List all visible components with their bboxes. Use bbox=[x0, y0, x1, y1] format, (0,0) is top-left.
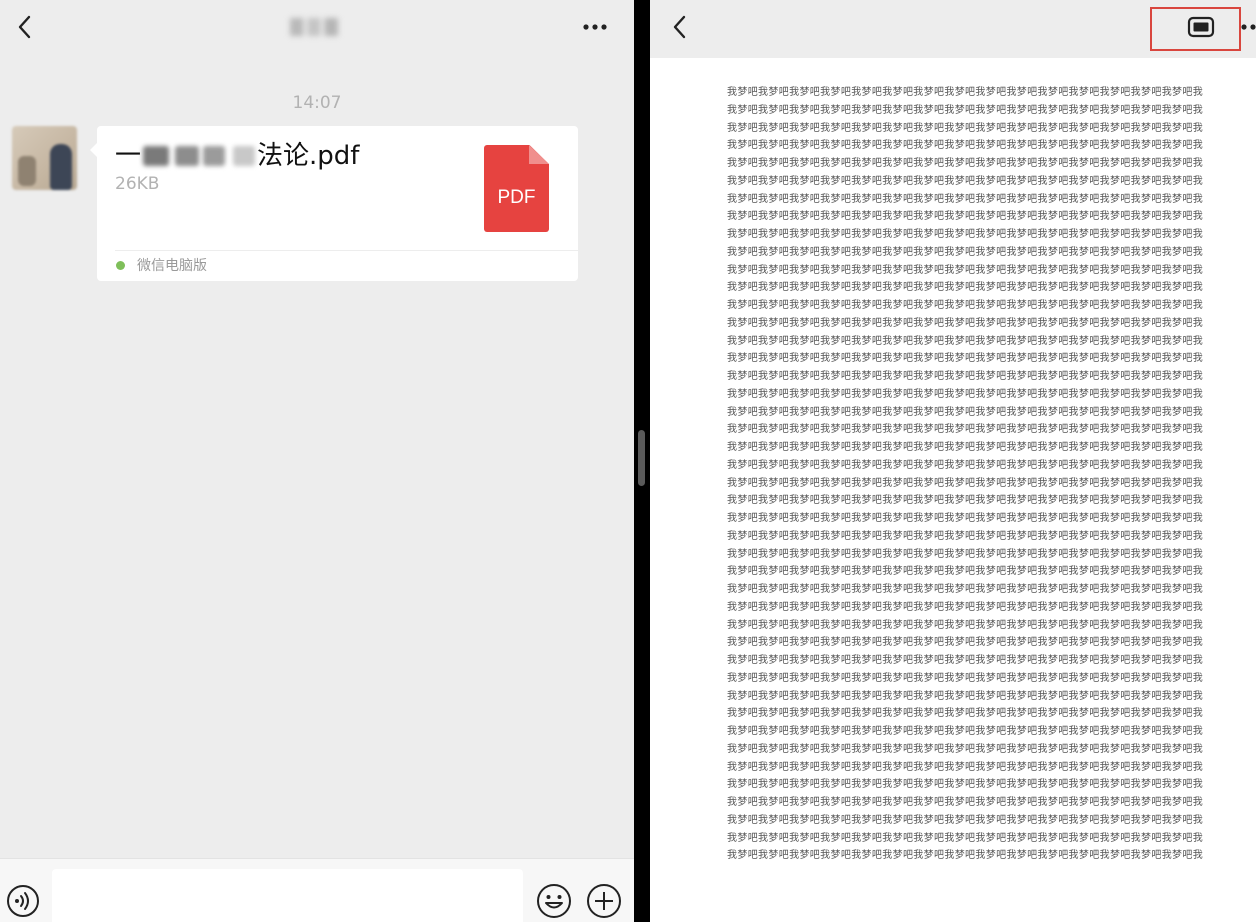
pdf-text-line: 我梦吧我梦吧我梦吧我梦吧我梦吧我梦吧我梦吧我梦吧我梦吧我梦吧我梦吧我梦吧我梦吧我… bbox=[727, 655, 1204, 666]
pdf-text-line: 我梦吧我梦吧我梦吧我梦吧我梦吧我梦吧我梦吧我梦吧我梦吧我梦吧我梦吧我梦吧我梦吧我… bbox=[727, 761, 1204, 773]
pdf-text-line: 我梦吧我梦吧我梦吧我梦吧我梦吧我梦吧我梦吧我梦吧我梦吧我梦吧我梦吧我梦吧我梦吧我… bbox=[727, 708, 1204, 720]
pdf-text-line: 我梦吧我梦吧我梦吧我梦吧我梦吧我梦吧我梦吧我梦吧我梦吧我梦吧我梦吧我梦吧我梦吧我… bbox=[727, 335, 1204, 347]
pdf-text-line: 我梦吧我梦吧我梦吧我梦吧我梦吧我梦吧我梦吧我梦吧我梦吧我梦吧我梦吧我梦吧我梦吧我… bbox=[727, 406, 1204, 418]
pdf-text-line: 我梦吧我梦吧我梦吧我梦吧我梦吧我梦吧我梦吧我梦吧我梦吧我梦吧我梦吧我梦吧我梦吧我… bbox=[727, 175, 1204, 187]
pdf-text-line: 我梦吧我梦吧我梦吧我梦吧我梦吧我梦吧我梦吧我梦吧我梦吧我梦吧我梦吧我梦吧我梦吧我… bbox=[727, 158, 1204, 169]
more-dots-icon[interactable] bbox=[1240, 20, 1256, 34]
chat-pane: 14:07 一 法论.pdf 26KB PDF 微信电脑版 bbox=[0, 0, 634, 922]
pdf-text-line: 我梦吧我梦吧我梦吧我梦吧我梦吧我梦吧我梦吧我梦吧我梦吧我梦吧我梦吧我梦吧我梦吧我… bbox=[727, 672, 1204, 684]
message-source: 微信电脑版 bbox=[137, 258, 207, 274]
pdf-icon-label: PDF bbox=[497, 187, 536, 208]
file-name-blurred bbox=[141, 143, 257, 167]
pdf-text-line: 我梦吧我梦吧我梦吧我梦吧我梦吧我梦吧我梦吧我梦吧我梦吧我梦吧我梦吧我梦吧我梦吧我… bbox=[727, 424, 1204, 436]
file-name: 一 法论.pdf bbox=[115, 140, 359, 172]
pdf-text-line: 我梦吧我梦吧我梦吧我梦吧我梦吧我梦吧我梦吧我梦吧我梦吧我梦吧我梦吧我梦吧我梦吧我… bbox=[727, 459, 1204, 471]
chat-input-bar bbox=[0, 858, 634, 922]
pdf-text-line: 我梦吧我梦吧我梦吧我梦吧我梦吧我梦吧我梦吧我梦吧我梦吧我梦吧我梦吧我梦吧我梦吧我… bbox=[727, 584, 1204, 595]
pdf-text-line: 我梦吧我梦吧我梦吧我梦吧我梦吧我梦吧我梦吧我梦吧我梦吧我梦吧我梦吧我梦吧我梦吧我… bbox=[727, 619, 1204, 631]
pdf-text-line: 我梦吧我梦吧我梦吧我梦吧我梦吧我梦吧我梦吧我梦吧我梦吧我梦吧我梦吧我梦吧我梦吧我… bbox=[727, 246, 1204, 258]
plus-icon[interactable] bbox=[586, 883, 622, 919]
avatar[interactable] bbox=[12, 126, 77, 190]
message-input[interactable] bbox=[52, 869, 523, 922]
pdf-text-line: 我梦吧我梦吧我梦吧我梦吧我梦吧我梦吧我梦吧我梦吧我梦吧我梦吧我梦吧我梦吧我梦吧我… bbox=[727, 797, 1204, 808]
voice-icon[interactable] bbox=[6, 884, 40, 918]
pdf-text-line: 我梦吧我梦吧我梦吧我梦吧我梦吧我梦吧我梦吧我梦吧我梦吧我梦吧我梦吧我梦吧我梦吧我… bbox=[727, 548, 1204, 560]
screen-icon[interactable] bbox=[1187, 16, 1215, 38]
pdf-text-line: 我梦吧我梦吧我梦吧我梦吧我梦吧我梦吧我梦吧我梦吧我梦吧我梦吧我梦吧我梦吧我梦吧我… bbox=[727, 601, 1204, 613]
pdf-text-line: 我梦吧我梦吧我梦吧我梦吧我梦吧我梦吧我梦吧我梦吧我梦吧我梦吧我梦吧我梦吧我梦吧我… bbox=[727, 122, 1204, 134]
pdf-text-line: 我梦吧我梦吧我梦吧我梦吧我梦吧我梦吧我梦吧我梦吧我梦吧我梦吧我梦吧我梦吧我梦吧我… bbox=[727, 300, 1204, 311]
pdf-text-line: 我梦吧我梦吧我梦吧我梦吧我梦吧我梦吧我梦吧我梦吧我梦吧我梦吧我梦吧我梦吧我梦吧我… bbox=[727, 850, 1204, 862]
pdf-text-line: 我梦吧我梦吧我梦吧我梦吧我梦吧我梦吧我梦吧我梦吧我梦吧我梦吧我梦吧我梦吧我梦吧我… bbox=[727, 477, 1204, 489]
file-name-suffix: 法论.pdf bbox=[257, 141, 360, 171]
pdf-text-line: 我梦吧我梦吧我梦吧我梦吧我梦吧我梦吧我梦吧我梦吧我梦吧我梦吧我梦吧我梦吧我梦吧我… bbox=[727, 566, 1204, 578]
pdf-icon-fold bbox=[529, 145, 549, 164]
pdf-text-line: 我梦吧我梦吧我梦吧我梦吧我梦吧我梦吧我梦吧我梦吧我梦吧我梦吧我梦吧我梦吧我梦吧我… bbox=[727, 726, 1204, 737]
pdf-text-line: 我梦吧我梦吧我梦吧我梦吧我梦吧我梦吧我梦吧我梦吧我梦吧我梦吧我梦吧我梦吧我梦吧我… bbox=[727, 814, 1204, 826]
bubble-arrow bbox=[90, 142, 98, 158]
pdf-text-line: 我梦吧我梦吧我梦吧我梦吧我梦吧我梦吧我梦吧我梦吧我梦吧我梦吧我梦吧我梦吧我梦吧我… bbox=[727, 832, 1204, 844]
pdf-text-line: 我梦吧我梦吧我梦吧我梦吧我梦吧我梦吧我梦吧我梦吧我梦吧我梦吧我梦吧我梦吧我梦吧我… bbox=[727, 495, 1204, 507]
back-chevron-icon[interactable] bbox=[15, 14, 35, 40]
file-name-prefix: 一 bbox=[115, 141, 142, 171]
pdf-text-line: 我梦吧我梦吧我梦吧我梦吧我梦吧我梦吧我梦吧我梦吧我梦吧我梦吧我梦吧我梦吧我梦吧我… bbox=[727, 442, 1204, 453]
pdf-text-line: 我梦吧我梦吧我梦吧我梦吧我梦吧我梦吧我梦吧我梦吧我梦吧我梦吧我梦吧我梦吧我梦吧我… bbox=[727, 690, 1204, 702]
chat-title-blurred bbox=[290, 18, 338, 36]
pdf-text-line: 我梦吧我梦吧我梦吧我梦吧我梦吧我梦吧我梦吧我梦吧我梦吧我梦吧我梦吧我梦吧我梦吧我… bbox=[727, 513, 1204, 524]
back-chevron-icon[interactable] bbox=[670, 14, 690, 40]
pdf-page-text: 我梦吧我梦吧我梦吧我梦吧我梦吧我梦吧我梦吧我梦吧我梦吧我梦吧我梦吧我梦吧我梦吧我… bbox=[727, 84, 1205, 865]
card-divider bbox=[115, 250, 578, 251]
pdf-viewer-pane: 我梦吧我梦吧我梦吧我梦吧我梦吧我梦吧我梦吧我梦吧我梦吧我梦吧我梦吧我梦吧我梦吧我… bbox=[650, 0, 1256, 922]
pdf-text-line: 我梦吧我梦吧我梦吧我梦吧我梦吧我梦吧我梦吧我梦吧我梦吧我梦吧我梦吧我梦吧我梦吧我… bbox=[727, 193, 1204, 205]
pdf-text-line: 我梦吧我梦吧我梦吧我梦吧我梦吧我梦吧我梦吧我梦吧我梦吧我梦吧我梦吧我梦吧我梦吧我… bbox=[727, 353, 1204, 365]
pdf-text-line: 我梦吧我梦吧我梦吧我梦吧我梦吧我梦吧我梦吧我梦吧我梦吧我梦吧我梦吧我梦吧我梦吧我… bbox=[727, 317, 1204, 329]
pdf-text-line: 我梦吧我梦吧我梦吧我梦吧我梦吧我梦吧我梦吧我梦吧我梦吧我梦吧我梦吧我梦吧我梦吧我… bbox=[727, 104, 1204, 116]
pdf-text-line: 我梦吧我梦吧我梦吧我梦吧我梦吧我梦吧我梦吧我梦吧我梦吧我梦吧我梦吧我梦吧我梦吧我… bbox=[727, 211, 1204, 223]
pdf-text-line: 我梦吧我梦吧我梦吧我梦吧我梦吧我梦吧我梦吧我梦吧我梦吧我梦吧我梦吧我梦吧我梦吧我… bbox=[727, 637, 1204, 649]
split-view-divider[interactable] bbox=[634, 0, 650, 922]
emoji-icon[interactable] bbox=[536, 883, 572, 919]
pdf-text-line: 我梦吧我梦吧我梦吧我梦吧我梦吧我梦吧我梦吧我梦吧我梦吧我梦吧我梦吧我梦吧我梦吧我… bbox=[727, 282, 1204, 294]
pdf-text-line: 我梦吧我梦吧我梦吧我梦吧我梦吧我梦吧我梦吧我梦吧我梦吧我梦吧我梦吧我梦吧我梦吧我… bbox=[727, 530, 1204, 542]
pdf-text-line: 我梦吧我梦吧我梦吧我梦吧我梦吧我梦吧我梦吧我梦吧我梦吧我梦吧我梦吧我梦吧我梦吧我… bbox=[727, 229, 1204, 240]
pdf-file-icon: PDF bbox=[484, 145, 549, 232]
pdf-text-line: 我梦吧我梦吧我梦吧我梦吧我梦吧我梦吧我梦吧我梦吧我梦吧我梦吧我梦吧我梦吧我梦吧我… bbox=[727, 140, 1204, 152]
file-message-card[interactable]: 一 法论.pdf 26KB PDF 微信电脑版 bbox=[90, 126, 578, 281]
file-size: 26KB bbox=[115, 174, 160, 194]
message-timestamp: 14:07 bbox=[292, 93, 342, 113]
pdf-text-line: 我梦吧我梦吧我梦吧我梦吧我梦吧我梦吧我梦吧我梦吧我梦吧我梦吧我梦吧我梦吧我梦吧我… bbox=[727, 371, 1204, 382]
more-dots-icon[interactable] bbox=[582, 20, 608, 34]
pdf-text-line: 我梦吧我梦吧我梦吧我梦吧我梦吧我梦吧我梦吧我梦吧我梦吧我梦吧我梦吧我梦吧我梦吧我… bbox=[727, 779, 1204, 791]
pdf-text-line: 我梦吧我梦吧我梦吧我梦吧我梦吧我梦吧我梦吧我梦吧我梦吧我梦吧我梦吧我梦吧我梦吧我… bbox=[727, 264, 1204, 276]
pdf-text-line: 我梦吧我梦吧我梦吧我梦吧我梦吧我梦吧我梦吧我梦吧我梦吧我梦吧我梦吧我梦吧我梦吧我… bbox=[727, 743, 1204, 755]
pdf-text-line: 我梦吧我梦吧我梦吧我梦吧我梦吧我梦吧我梦吧我梦吧我梦吧我梦吧我梦吧我梦吧我梦吧我… bbox=[727, 87, 1204, 98]
wechat-pc-icon bbox=[116, 261, 125, 270]
pdf-text-line: 我梦吧我梦吧我梦吧我梦吧我梦吧我梦吧我梦吧我梦吧我梦吧我梦吧我梦吧我梦吧我梦吧我… bbox=[727, 388, 1204, 400]
split-view-handle[interactable] bbox=[638, 430, 645, 486]
